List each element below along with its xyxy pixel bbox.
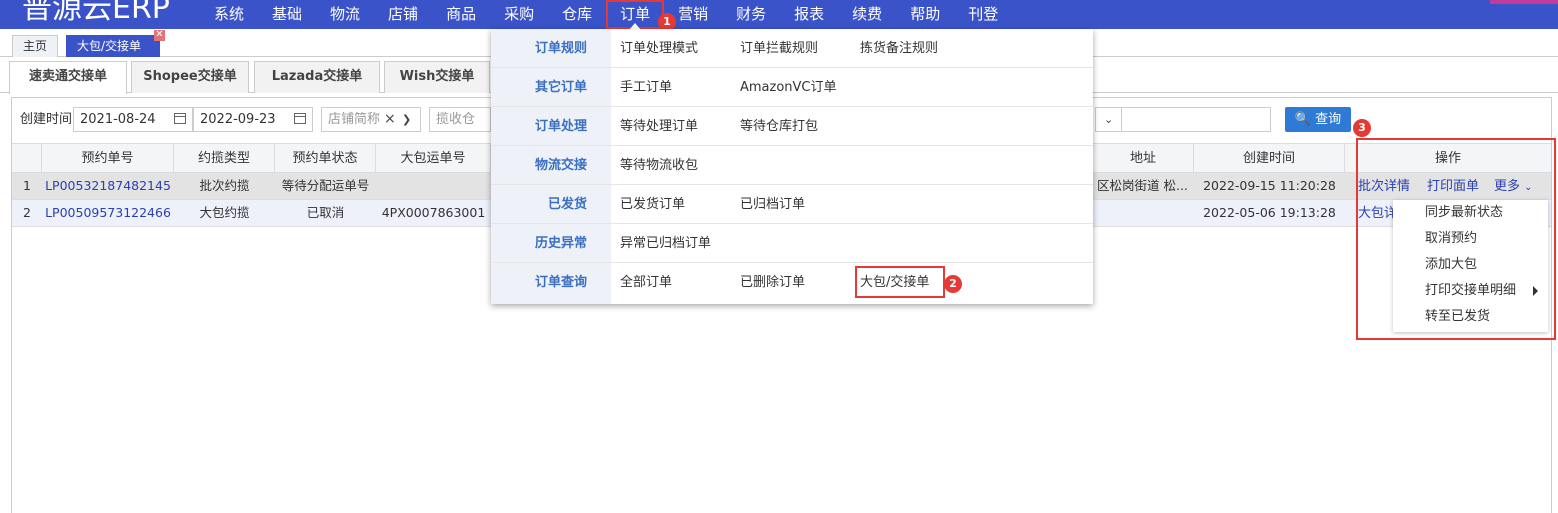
nav-item-order-label: 订单: [620, 5, 651, 23]
menu-item[interactable]: 已发货订单: [620, 185, 685, 224]
address-cell: [1093, 200, 1194, 226]
menu-item[interactable]: 等待处理订单: [620, 107, 698, 146]
status-cell: 已取消: [306, 205, 345, 220]
page-tab-label: 大包/交接单: [77, 39, 142, 53]
row-index: 1: [23, 178, 31, 193]
tab-aliexpress[interactable]: 速卖通交接单: [9, 61, 127, 94]
menu-item[interactable]: 手工订单: [620, 68, 672, 107]
col-status[interactable]: 预约单状态: [275, 144, 376, 173]
clear-icon[interactable]: ×: [384, 108, 396, 131]
type-cell: 批次约揽: [199, 178, 250, 193]
nav-item-renewal[interactable]: 续费: [838, 0, 896, 29]
top-nav-bar: 普源云ERP 系统 基础 物流 店铺 商品 采购 仓库 订单 营销 财务 报表 …: [0, 0, 1558, 30]
step-badge-3: 3: [1353, 119, 1371, 137]
warehouse-select[interactable]: 揽收仓: [429, 107, 491, 132]
menu-row-shipped: 已发货 已发货订单 已归档订单: [491, 185, 1093, 224]
nav-item-report[interactable]: 报表: [780, 0, 838, 29]
created-cell: 2022-05-06 19:13:28: [1203, 205, 1336, 220]
address-cell: 区松岗街道 松...: [1097, 178, 1188, 193]
menu-item[interactable]: 全部订单: [620, 263, 672, 302]
calendar-icon[interactable]: [294, 113, 306, 124]
menu-item[interactable]: 订单拦截规则: [740, 29, 818, 68]
menu-item[interactable]: 异常已归档订单: [620, 224, 711, 263]
shop-placeholder: 店铺简称: [328, 112, 381, 127]
nav-item-product[interactable]: 商品: [432, 0, 490, 29]
menu-row-order-processing: 订单处理 等待处理订单 等待仓库打包: [491, 107, 1093, 146]
menu-row-order-rules: 订单规则 订单处理模式 订单拦截规则 拣货备注规则: [491, 29, 1093, 68]
menu-item[interactable]: 拣货备注规则: [860, 29, 938, 68]
col-address[interactable]: 地址: [1093, 144, 1194, 173]
menu-category[interactable]: 物流交接: [491, 146, 587, 185]
calendar-icon[interactable]: [174, 113, 186, 124]
nav-item-shop[interactable]: 店铺: [374, 0, 432, 29]
main-nav: 系统 基础 物流 店铺 商品 采购 仓库 订单 营销 财务 报表 续费 帮助 刊…: [200, 0, 1012, 30]
search-icon: 🔍: [1294, 112, 1312, 127]
step-badge-2: 2: [944, 275, 962, 293]
highlight-actions-box: [1356, 138, 1556, 340]
highlight-bundle-item-box: [855, 266, 945, 298]
menu-category[interactable]: 其它订单: [491, 68, 587, 107]
tab-shopee[interactable]: Shopee交接单: [131, 61, 249, 93]
nav-item-basic[interactable]: 基础: [258, 0, 316, 29]
menu-category[interactable]: 已发货: [491, 185, 587, 224]
user-area-indicator[interactable]: [1490, 0, 1558, 4]
booking-no-link[interactable]: LP00532187482145: [42, 173, 174, 199]
booking-no-link[interactable]: LP00509573122466: [42, 200, 174, 226]
created-time-label: 创建时间: [20, 112, 73, 127]
order-dropdown-menu: 订单规则 订单处理模式 订单拦截规则 拣货备注规则 其它订单 手工订单 Amaz…: [491, 29, 1093, 304]
status-cell: 等待分配运单号: [281, 178, 370, 193]
menu-item[interactable]: 已删除订单: [740, 263, 805, 302]
menu-item[interactable]: 等待仓库打包: [740, 107, 818, 146]
menu-category[interactable]: 订单处理: [491, 107, 587, 146]
nav-item-system[interactable]: 系统: [200, 0, 258, 29]
menu-item[interactable]: 等待物流收包: [620, 146, 698, 185]
date-to-input[interactable]: 2022-09-23: [193, 107, 313, 132]
close-icon[interactable]: ✕: [154, 30, 165, 41]
shop-select[interactable]: 店铺简称 × ❯: [321, 107, 421, 132]
waybill-cell: 4PX0007863001: [381, 205, 486, 220]
page-tab-bundle-handover[interactable]: 大包/交接单 ✕: [66, 30, 165, 57]
menu-category[interactable]: 历史异常: [491, 224, 587, 263]
col-index: [12, 144, 42, 173]
date-from-input[interactable]: 2021-08-24: [73, 107, 193, 132]
query-button[interactable]: 🔍 查询: [1285, 107, 1351, 132]
tab-wish[interactable]: Wish交接单: [384, 61, 490, 93]
menu-row-other-orders: 其它订单 手工订单 AmazonVC订单: [491, 68, 1093, 107]
row-index: 2: [23, 205, 31, 220]
menu-category[interactable]: 订单查询: [491, 263, 587, 302]
nav-item-listing[interactable]: 刊登: [954, 0, 1012, 29]
nav-item-logistics[interactable]: 物流: [316, 0, 374, 29]
warehouse-placeholder: 揽收仓: [436, 112, 476, 127]
page-tab-home[interactable]: 主页: [12, 35, 59, 57]
menu-row-logistics-handover: 物流交接 等待物流收包: [491, 146, 1093, 185]
date-from-value: 2021-08-24: [80, 112, 156, 127]
menu-row-order-query: 订单查询 全部订单 已删除订单 大包/交接单: [491, 263, 1093, 302]
nav-item-finance[interactable]: 财务: [722, 0, 780, 29]
menu-item[interactable]: 已归档订单: [740, 185, 805, 224]
filter-select[interactable]: ⌄: [1095, 107, 1121, 132]
nav-item-help[interactable]: 帮助: [896, 0, 954, 29]
col-type[interactable]: 约揽类型: [174, 144, 275, 173]
col-booking-no[interactable]: 预约单号: [42, 144, 174, 173]
keyword-input[interactable]: [1121, 107, 1271, 132]
query-button-label: 查询: [1315, 112, 1342, 127]
app-logo: 普源云ERP: [22, 0, 170, 26]
date-to-value: 2022-09-23: [200, 112, 276, 127]
created-cell: 2022-09-15 11:20:28: [1203, 178, 1336, 193]
chevron-down-icon: ❯: [402, 113, 412, 126]
menu-category[interactable]: 订单规则: [491, 29, 587, 68]
chevron-down-icon: ⌄: [1104, 113, 1114, 126]
menu-item[interactable]: AmazonVC订单: [740, 68, 837, 107]
nav-item-warehouse[interactable]: 仓库: [548, 0, 606, 29]
col-waybill[interactable]: 大包运单号: [376, 144, 491, 173]
menu-row-history-exception: 历史异常 异常已归档订单: [491, 224, 1093, 263]
type-cell: 大包约揽: [199, 205, 250, 220]
nav-item-purchase[interactable]: 采购: [490, 0, 548, 29]
col-created[interactable]: 创建时间: [1194, 144, 1345, 173]
menu-item[interactable]: 订单处理模式: [620, 29, 698, 68]
nav-item-order[interactable]: 订单: [606, 0, 665, 30]
tab-lazada[interactable]: Lazada交接单: [254, 61, 380, 93]
waybill-cell: [376, 173, 491, 199]
